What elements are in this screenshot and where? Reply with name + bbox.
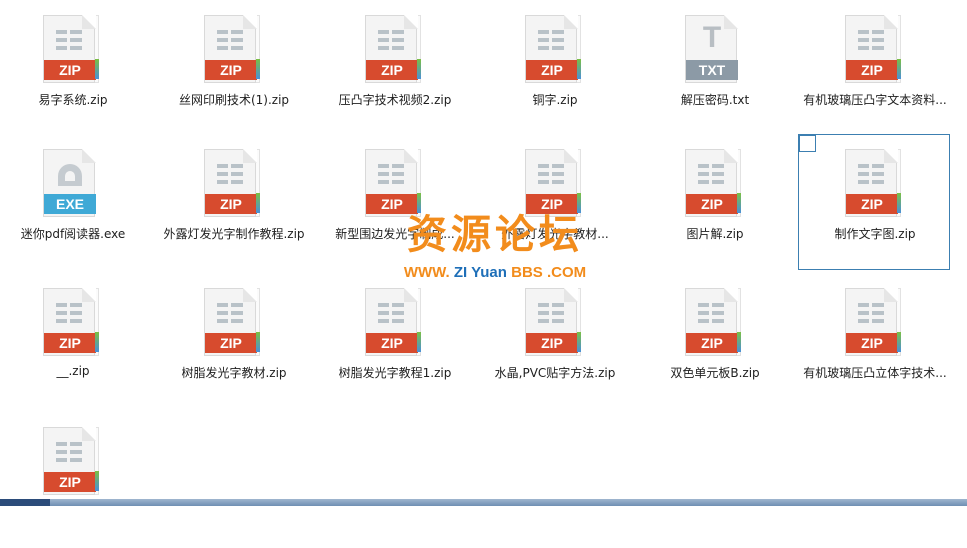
file-name: 有机玻璃压凸立体字技术... xyxy=(803,366,947,380)
file-name: 压凸字技术视频2.zip xyxy=(338,93,452,107)
file-name: 图片解.zip xyxy=(686,227,744,241)
file-name: 解压密码.txt xyxy=(680,93,750,107)
zip-file-icon: ZIP xyxy=(365,149,425,219)
file-type-badge: ZIP xyxy=(44,60,96,80)
file-name: 丝网印刷技术(1).zip xyxy=(178,93,290,107)
zip-file-icon: ZIP xyxy=(845,288,905,358)
file-name: 树脂发光字教程1.zip xyxy=(338,366,452,380)
file-type-badge: ZIP xyxy=(686,333,738,353)
exe-file-icon: EXE xyxy=(43,149,103,219)
file-name: 有机玻璃压凸字文本资料... xyxy=(803,93,947,107)
file-name: 制作文字图.zip xyxy=(834,227,916,241)
file-name: 新型围边发光字制成... xyxy=(335,227,455,241)
zip-file-icon: ZIP xyxy=(525,288,585,358)
file-type-badge: ZIP xyxy=(366,333,418,353)
file-type-badge: ZIP xyxy=(366,60,418,80)
file-item[interactable]: ZIP 有机玻璃压凸立体字技术... xyxy=(798,273,950,409)
file-item[interactable]: ZIP 制作文字图.zip xyxy=(798,134,950,270)
zip-file-icon: ZIP xyxy=(204,149,264,219)
file-item[interactable]: ZIP 双色单元板B.zip xyxy=(638,273,790,409)
zip-file-icon: ZIP xyxy=(43,288,103,358)
zip-file-icon: ZIP xyxy=(685,149,745,219)
file-item[interactable]: ZIP 有机玻璃压凸字文本资料... xyxy=(798,0,950,136)
selection-checkbox[interactable] xyxy=(799,135,816,152)
file-name: 迷你pdf阅读器.exe xyxy=(20,227,126,241)
taskbar xyxy=(0,499,967,506)
file-item[interactable]: ZIP 外露灯发光字教材... xyxy=(478,134,630,270)
file-type-badge: ZIP xyxy=(526,194,578,214)
file-item[interactable]: ZIP 水晶,PVC贴字方法.zip xyxy=(478,273,630,409)
file-type-badge: ZIP xyxy=(366,194,418,214)
start-button[interactable] xyxy=(0,499,50,506)
file-type-badge: ZIP xyxy=(526,60,578,80)
file-item[interactable]: ZIP 易字系统.zip xyxy=(0,0,148,136)
file-name: 双色单元板B.zip xyxy=(670,366,760,380)
zip-file-icon: ZIP xyxy=(525,149,585,219)
zip-file-icon: ZIP xyxy=(845,149,905,219)
file-item[interactable]: ZIP 铜字.zip xyxy=(478,0,630,136)
file-name: 水晶,PVC贴字方法.zip xyxy=(494,366,616,380)
file-type-badge: ZIP xyxy=(846,333,898,353)
file-item[interactable]: ZIP 外露灯发光字制作教程.zip xyxy=(157,134,309,270)
file-name: 外露灯发光字教材... xyxy=(501,227,609,241)
file-item[interactable]: ZIP xyxy=(0,412,148,548)
file-type-badge: TXT xyxy=(686,60,738,80)
file-type-badge: ZIP xyxy=(205,194,257,214)
file-type-badge: ZIP xyxy=(44,472,96,492)
zip-file-icon: ZIP xyxy=(43,427,103,497)
file-type-badge: EXE xyxy=(44,194,96,214)
file-item[interactable]: ZIP 树脂发光字教材.zip xyxy=(157,273,309,409)
file-type-badge: ZIP xyxy=(205,333,257,353)
zip-file-icon: ZIP xyxy=(525,15,585,85)
file-grid: ZIP 易字系统.zip ZIP 丝网印刷技术(1).zip ZIP 压凸字技术视频2.z… xyxy=(0,0,967,500)
file-item[interactable]: T TXT 解压密码.txt xyxy=(638,0,790,136)
file-type-badge: ZIP xyxy=(526,333,578,353)
file-type-badge: ZIP xyxy=(846,60,898,80)
file-item[interactable]: ZIP 树脂发光字教程1.zip xyxy=(318,273,470,409)
file-item[interactable]: EXE 迷你pdf阅读器.exe xyxy=(0,134,148,270)
zip-file-icon: ZIP xyxy=(685,288,745,358)
file-name: 树脂发光字教材.zip xyxy=(181,366,287,380)
file-name: __.zip xyxy=(56,364,90,378)
zip-file-icon: ZIP xyxy=(204,288,264,358)
file-type-badge: ZIP xyxy=(205,60,257,80)
file-name: 易字系统.zip xyxy=(38,93,108,107)
file-item[interactable]: ZIP __.zip xyxy=(0,273,148,409)
file-item[interactable]: ZIP 丝网印刷技术(1).zip xyxy=(157,0,309,136)
file-name: 铜字.zip xyxy=(532,93,578,107)
file-type-badge: ZIP xyxy=(44,333,96,353)
file-name: 外露灯发光字制作教程.zip xyxy=(163,227,305,241)
file-type-badge: ZIP xyxy=(686,194,738,214)
zip-file-icon: ZIP xyxy=(365,15,425,85)
file-type-badge: ZIP xyxy=(846,194,898,214)
file-item[interactable]: ZIP 压凸字技术视频2.zip xyxy=(318,0,470,136)
file-item[interactable]: ZIP 新型围边发光字制成... xyxy=(318,134,470,270)
txt-file-icon: T TXT xyxy=(685,15,745,85)
zip-file-icon: ZIP xyxy=(845,15,905,85)
zip-file-icon: ZIP xyxy=(43,15,103,85)
zip-file-icon: ZIP xyxy=(365,288,425,358)
zip-file-icon: ZIP xyxy=(204,15,264,85)
file-item[interactable]: ZIP 图片解.zip xyxy=(638,134,790,270)
